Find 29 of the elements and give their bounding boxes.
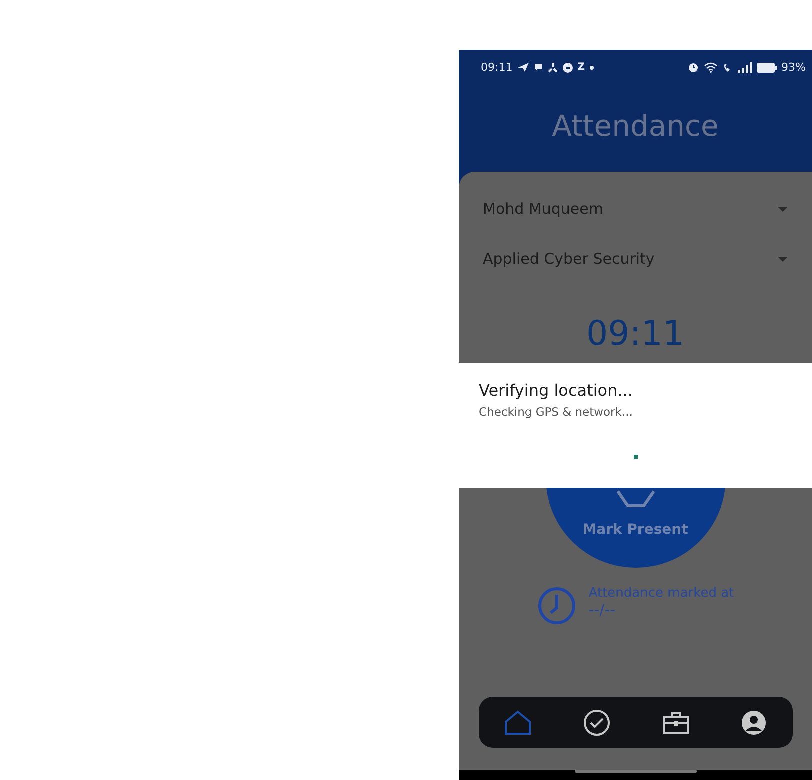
fan-icon bbox=[548, 62, 558, 72]
alarm-icon bbox=[688, 62, 699, 73]
clock-icon bbox=[536, 586, 577, 626]
dot-icon bbox=[590, 66, 594, 70]
attendance-label: Attendance marked at bbox=[588, 586, 734, 601]
profile-icon bbox=[741, 710, 767, 736]
message-icon bbox=[562, 62, 573, 72]
dropdown[interactable]: Mohd Muqueem bbox=[459, 184, 812, 234]
notification-letter: Z bbox=[578, 62, 585, 73]
dropdown[interactable]: Applied Cyber Security bbox=[459, 234, 812, 284]
call-icon bbox=[722, 62, 733, 72]
battery-icon bbox=[756, 62, 777, 72]
home-icon bbox=[504, 710, 532, 736]
signal-icon bbox=[738, 62, 752, 73]
attendance-time: --/-- bbox=[588, 601, 617, 619]
clock-time: 09:11 bbox=[586, 314, 684, 354]
loading-spinner bbox=[634, 455, 638, 459]
dialog-message: Checking GPS & network... bbox=[479, 405, 634, 419]
wifi-icon bbox=[704, 62, 718, 73]
dialog-title: Verifying location... bbox=[479, 381, 634, 400]
chat-icon bbox=[534, 63, 543, 72]
check-circle-icon bbox=[583, 708, 611, 736]
caret-icon bbox=[778, 206, 788, 212]
status-time: 09:11 bbox=[481, 61, 513, 74]
page-title: Attendance bbox=[552, 108, 719, 142]
briefcase-icon bbox=[662, 710, 690, 734]
caret-icon bbox=[778, 256, 788, 262]
send-icon bbox=[518, 63, 529, 72]
battery-percent: 93% bbox=[782, 61, 806, 74]
